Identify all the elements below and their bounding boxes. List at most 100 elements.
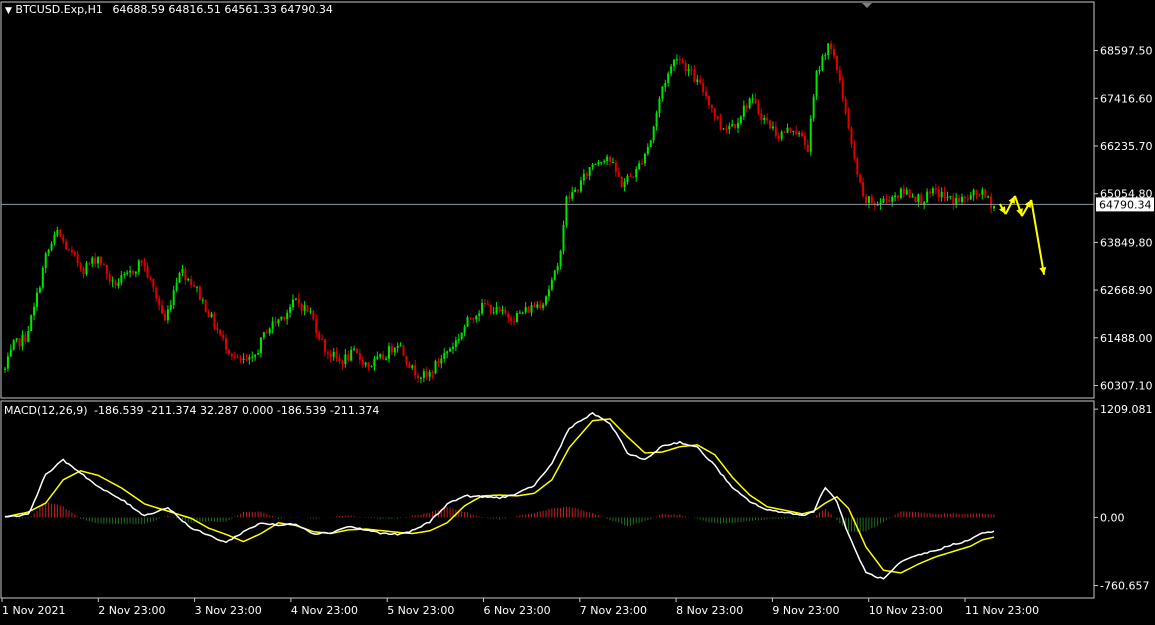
candle-body <box>553 270 556 280</box>
candle-body <box>35 292 38 307</box>
candle-body <box>850 127 853 145</box>
candle-body <box>33 306 36 316</box>
candle-body <box>568 196 571 199</box>
candle-body <box>422 371 425 378</box>
candle-body <box>699 79 702 84</box>
candle-body <box>547 289 550 297</box>
candle-body <box>830 43 833 49</box>
candle-body <box>885 198 888 200</box>
candle-body <box>853 144 856 159</box>
candle-body <box>771 126 774 129</box>
candle-body <box>469 317 472 319</box>
candle-body <box>187 278 190 281</box>
candle-body <box>545 296 548 305</box>
candle-body <box>902 188 905 195</box>
candle-body <box>632 176 635 178</box>
candle-body <box>865 196 868 203</box>
candle-body <box>254 354 257 357</box>
candle-body <box>184 269 187 281</box>
candle-body <box>780 131 783 139</box>
candle-body <box>981 189 984 195</box>
time-axis-label: 1 Nov 2021 <box>2 604 65 617</box>
candle-body <box>222 334 225 339</box>
candle-body <box>696 79 699 82</box>
macd-header: MACD(12,26,9) -186.539 -211.374 32.287 0… <box>4 404 379 417</box>
candle-body <box>737 123 740 128</box>
dropdown-triangle-icon[interactable]: ▼ <box>5 6 12 16</box>
candle-body <box>620 176 623 188</box>
candle-body <box>82 268 85 274</box>
candle-body <box>667 73 670 84</box>
candle-body <box>355 348 358 354</box>
candle-body <box>556 265 559 271</box>
candle-body <box>73 252 76 255</box>
candle-body <box>943 191 946 198</box>
candle-body <box>30 315 33 332</box>
candle-body <box>824 55 827 57</box>
candle-body <box>111 280 114 282</box>
candle-body <box>114 280 117 286</box>
candle-body <box>710 105 713 109</box>
candle-body <box>67 249 70 251</box>
candle-body <box>257 353 260 355</box>
candle-body <box>803 135 806 145</box>
candle-body <box>606 156 609 162</box>
candle-body <box>85 263 88 274</box>
price-panel-frame <box>0 1 1095 399</box>
chart-canvas[interactable]: 64790.34 68597.5067416.6066235.7065054.8… <box>0 0 1155 621</box>
candle-body <box>728 126 731 130</box>
candle-body <box>725 128 728 130</box>
price-axis-label: 68597.50 <box>1100 45 1153 58</box>
candle-body <box>338 358 341 362</box>
candle-body <box>446 351 449 354</box>
candle-body <box>79 263 82 269</box>
candle-body <box>478 313 481 316</box>
candle-body <box>428 371 431 377</box>
candle-body <box>891 196 894 202</box>
candle-body <box>117 282 120 286</box>
candle-body <box>382 354 385 360</box>
chart-window[interactable]: 64790.34 68597.50 67416.60 66235.70 65054.8… <box>0 0 1155 621</box>
candle-body <box>655 112 658 127</box>
candle-body <box>425 371 428 377</box>
candle-body <box>175 282 178 291</box>
candle-body <box>515 313 518 323</box>
candle-body <box>827 43 830 56</box>
candle-body <box>501 309 504 312</box>
candle-body <box>370 366 373 368</box>
candle-body <box>760 113 763 121</box>
candle-body <box>792 130 795 132</box>
candle-body <box>629 175 632 177</box>
price-candles <box>4 40 996 384</box>
candle-body <box>451 346 454 349</box>
time-axis-label: 11 Nov 23:00 <box>965 604 1039 617</box>
candle-body <box>396 345 399 348</box>
candle-body <box>949 196 952 198</box>
macd-main-line <box>4 411 995 580</box>
candle-body <box>120 275 123 283</box>
candle-body <box>838 70 841 81</box>
candle-body <box>140 260 143 263</box>
candle-body <box>262 332 265 338</box>
candle-body <box>518 312 521 314</box>
candle-body <box>833 48 836 57</box>
candle-body <box>585 173 588 176</box>
candle-body <box>126 272 129 274</box>
candle-body <box>993 205 996 209</box>
candle-body <box>507 313 510 318</box>
candle-body <box>681 59 684 63</box>
macd-label: MACD(12,26,9) <box>4 404 88 417</box>
candle-body <box>774 126 777 136</box>
candle-body <box>326 352 329 354</box>
candle-body <box>181 269 184 273</box>
candle-body <box>638 163 641 170</box>
candle-body <box>364 362 367 365</box>
candle-body <box>769 120 772 129</box>
candle-body <box>734 124 737 128</box>
candle-body <box>251 356 254 358</box>
candle-body <box>353 348 356 350</box>
candle-body <box>504 309 507 314</box>
candle-body <box>888 199 891 202</box>
candle-body <box>844 98 847 113</box>
candle-body <box>955 197 958 205</box>
